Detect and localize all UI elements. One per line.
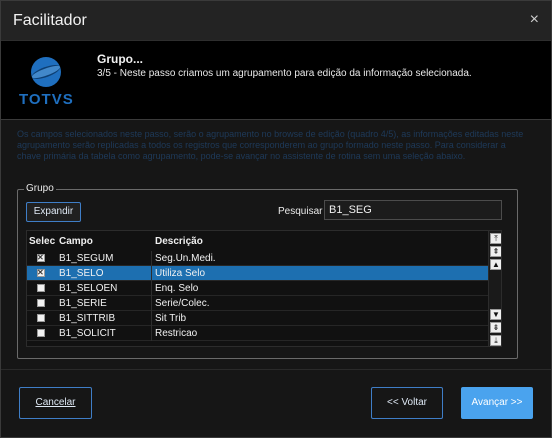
- row-checkbox[interactable]: [37, 284, 45, 292]
- column-divider: [151, 326, 152, 341]
- wizard-header: TOTVS Grupo... 3/5 - Neste passo criamos…: [1, 41, 551, 119]
- row-checkbox[interactable]: [37, 251, 45, 265]
- row-field-code: B1_SERIE: [59, 298, 107, 309]
- header-divider: [1, 119, 551, 120]
- table-row[interactable]: B1_SERIE Serie/Colec.: [27, 296, 501, 311]
- scroll-down-icon[interactable]: ▼: [490, 309, 501, 320]
- totvs-logo: TOTVS: [19, 55, 73, 109]
- window-title: Facilitador: [13, 12, 87, 29]
- column-divider: [151, 251, 152, 266]
- row-checkbox[interactable]: [37, 299, 45, 307]
- column-divider: [151, 281, 152, 296]
- column-divider: [151, 266, 152, 281]
- step-description: 3/5 - Neste passo criamos um agrupamento…: [97, 68, 472, 79]
- row-field-description: Restricao: [155, 328, 198, 339]
- group-legend: Grupo: [24, 183, 56, 194]
- row-checkbox[interactable]: [37, 314, 45, 322]
- column-header-field[interactable]: Campo: [59, 236, 93, 247]
- row-field-description: Enq. Selo: [155, 283, 199, 294]
- next-button[interactable]: Avançar >>: [461, 387, 533, 419]
- row-field-description: Utiliza Selo: [155, 268, 206, 279]
- row-field-description: Sit Trib: [155, 313, 187, 324]
- row-field-code: B1_SELOEN: [59, 283, 118, 294]
- row-field-code: B1_SITTRIB: [59, 313, 116, 324]
- info-text: Os campos selecionados neste passo, serã…: [17, 129, 524, 161]
- row-checkbox[interactable]: [37, 266, 45, 280]
- scroll-page-up-icon[interactable]: ⇞: [490, 246, 501, 257]
- column-header-select[interactable]: Selec: [29, 236, 55, 247]
- expand-button[interactable]: Expandir: [26, 202, 81, 222]
- search-input[interactable]: [324, 200, 502, 220]
- table-row[interactable]: B1_SEGUM Seg.Un.Medi.: [27, 251, 501, 266]
- scroll-top-icon[interactable]: ⤒: [490, 233, 501, 244]
- table-row[interactable]: B1_SELO Utiliza Selo: [27, 266, 501, 281]
- table-row[interactable]: B1_SITTRIB Sit Trib: [27, 311, 501, 326]
- column-divider: [151, 311, 152, 326]
- title-bar: Facilitador ×: [1, 1, 551, 41]
- row-field-code: B1_SOLICIT: [59, 328, 116, 339]
- scroll-page-down-icon[interactable]: ⇟: [490, 322, 501, 333]
- group-box: Grupo Expandir Pesquisar Selec Campo Des…: [17, 183, 518, 359]
- row-field-code: B1_SELO: [59, 268, 104, 279]
- row-checkbox[interactable]: [37, 329, 45, 337]
- column-divider: [151, 296, 152, 311]
- column-header-description[interactable]: Descrição: [155, 236, 203, 247]
- table-row[interactable]: B1_SELOEN Enq. Selo: [27, 281, 501, 296]
- row-field-code: B1_SEGUM: [59, 253, 114, 264]
- facilitador-dialog: Facilitador × TOTVS Grupo... 3/5 - Neste…: [0, 0, 552, 438]
- grid-scrollbar[interactable]: ⤒ ⇞ ▲ ▼ ⇟ ⤓: [488, 231, 501, 346]
- search-label: Pesquisar: [278, 206, 323, 217]
- step-title: Grupo...: [97, 52, 143, 66]
- scroll-bottom-icon[interactable]: ⤓: [490, 335, 501, 346]
- fields-grid: Selec Campo Descrição B1_SEGUM Seg.Un.Med…: [26, 230, 502, 347]
- logo-text: TOTVS: [19, 91, 74, 108]
- totvs-logo-icon: [31, 57, 61, 87]
- row-field-description: Serie/Colec.: [155, 298, 210, 309]
- back-button[interactable]: << Voltar: [371, 387, 443, 419]
- table-row[interactable]: B1_SOLICIT Restricao: [27, 326, 501, 341]
- row-field-description: Seg.Un.Medi.: [155, 253, 216, 264]
- close-icon[interactable]: ×: [530, 11, 539, 29]
- grid-header: Selec Campo Descrição: [27, 231, 501, 251]
- footer-divider: [1, 369, 551, 370]
- scroll-up-icon[interactable]: ▲: [490, 259, 501, 270]
- cancel-button[interactable]: Cancelar: [19, 387, 92, 419]
